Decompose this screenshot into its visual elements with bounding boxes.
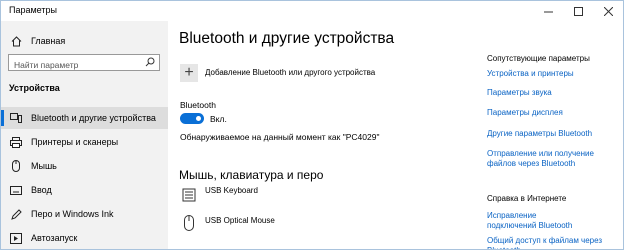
printer-icon	[9, 136, 23, 148]
sidebar-item-bluetooth[interactable]: Bluetooth и другие устройства	[1, 107, 168, 129]
sidebar-item-label: Автозапуск	[31, 233, 78, 243]
link-devices-printers[interactable]: Устройства и принтеры	[487, 69, 617, 78]
sidebar-item-label: Bluetooth и другие устройства	[31, 113, 156, 123]
title-bar: Параметры	[1, 1, 623, 21]
link-more-bluetooth[interactable]: Другие параметры Bluetooth	[487, 129, 617, 138]
section-title: Мышь, клавиатура и перо	[179, 168, 324, 182]
sidebar-item-home[interactable]: Главная	[1, 30, 168, 52]
sidebar: Главная Устройства Bluetooth и другие ус…	[1, 21, 168, 249]
related-settings-heading: Сопутствующие параметры	[487, 54, 590, 63]
sidebar-item-mouse[interactable]: Мышь	[1, 155, 168, 177]
link-fix-bluetooth[interactable]: Исправление подключений Bluetooth	[487, 211, 587, 231]
link-display-settings[interactable]: Параметры дисплея	[487, 108, 617, 117]
search-icon[interactable]	[145, 57, 155, 67]
discoverable-text: Обнаруживаемое на данный момент как "PC4…	[180, 132, 380, 142]
sidebar-home-label: Главная	[31, 36, 66, 46]
link-share-files[interactable]: Общий доступ к файлам через Bluetooth	[487, 236, 622, 249]
link-send-receive-files[interactable]: Отправление или получение файлов через B…	[487, 149, 622, 169]
sidebar-section-label: Устройства	[9, 83, 60, 93]
bluetooth-toggle[interactable]	[180, 113, 204, 124]
sidebar-item-label: Принтеры и сканеры	[31, 137, 119, 147]
bluetooth-devices-icon	[9, 113, 23, 123]
settings-window: Параметры Главная Устройства	[0, 0, 624, 250]
toggle-state-label: Вкл.	[210, 114, 227, 124]
close-button[interactable]	[593, 1, 623, 21]
page-title: Bluetooth и другие устройства	[179, 30, 395, 47]
sidebar-item-typing[interactable]: Ввод	[1, 179, 168, 201]
mouse-device-icon	[184, 215, 194, 231]
minimize-icon	[543, 11, 553, 12]
keyboard-icon	[9, 185, 23, 195]
close-icon	[603, 6, 613, 16]
maximize-icon	[573, 6, 583, 16]
add-device-button[interactable]: +	[180, 64, 198, 82]
sidebar-item-printers[interactable]: Принтеры и сканеры	[1, 131, 168, 153]
home-icon	[9, 35, 23, 47]
pen-icon	[9, 208, 23, 220]
mouse-icon	[9, 160, 23, 172]
help-heading: Справка в Интернете	[487, 194, 567, 203]
sidebar-item-label: Ввод	[31, 185, 52, 195]
window-title: Параметры	[9, 5, 57, 15]
sidebar-item-pen[interactable]: Перо и Windows Ink	[1, 203, 168, 225]
sidebar-item-label: Перо и Windows Ink	[31, 209, 114, 219]
device-name[interactable]: USB Optical Mouse	[205, 216, 275, 225]
link-sound-settings[interactable]: Параметры звука	[487, 88, 617, 97]
sidebar-item-autoplay[interactable]: Автозапуск	[1, 227, 168, 249]
add-device-label[interactable]: Добавление Bluetooth или другого устройс…	[205, 68, 375, 77]
search-box[interactable]	[8, 54, 160, 73]
bluetooth-label: Bluetooth	[180, 100, 216, 110]
plus-icon: +	[184, 64, 194, 81]
minimize-button[interactable]	[533, 1, 563, 21]
device-name[interactable]: USB Keyboard	[205, 186, 258, 195]
search-input[interactable]	[9, 57, 144, 73]
autoplay-icon	[9, 232, 23, 244]
maximize-button[interactable]	[563, 1, 593, 21]
sidebar-item-label: Мышь	[31, 161, 57, 171]
keyboard-device-icon	[182, 188, 196, 202]
